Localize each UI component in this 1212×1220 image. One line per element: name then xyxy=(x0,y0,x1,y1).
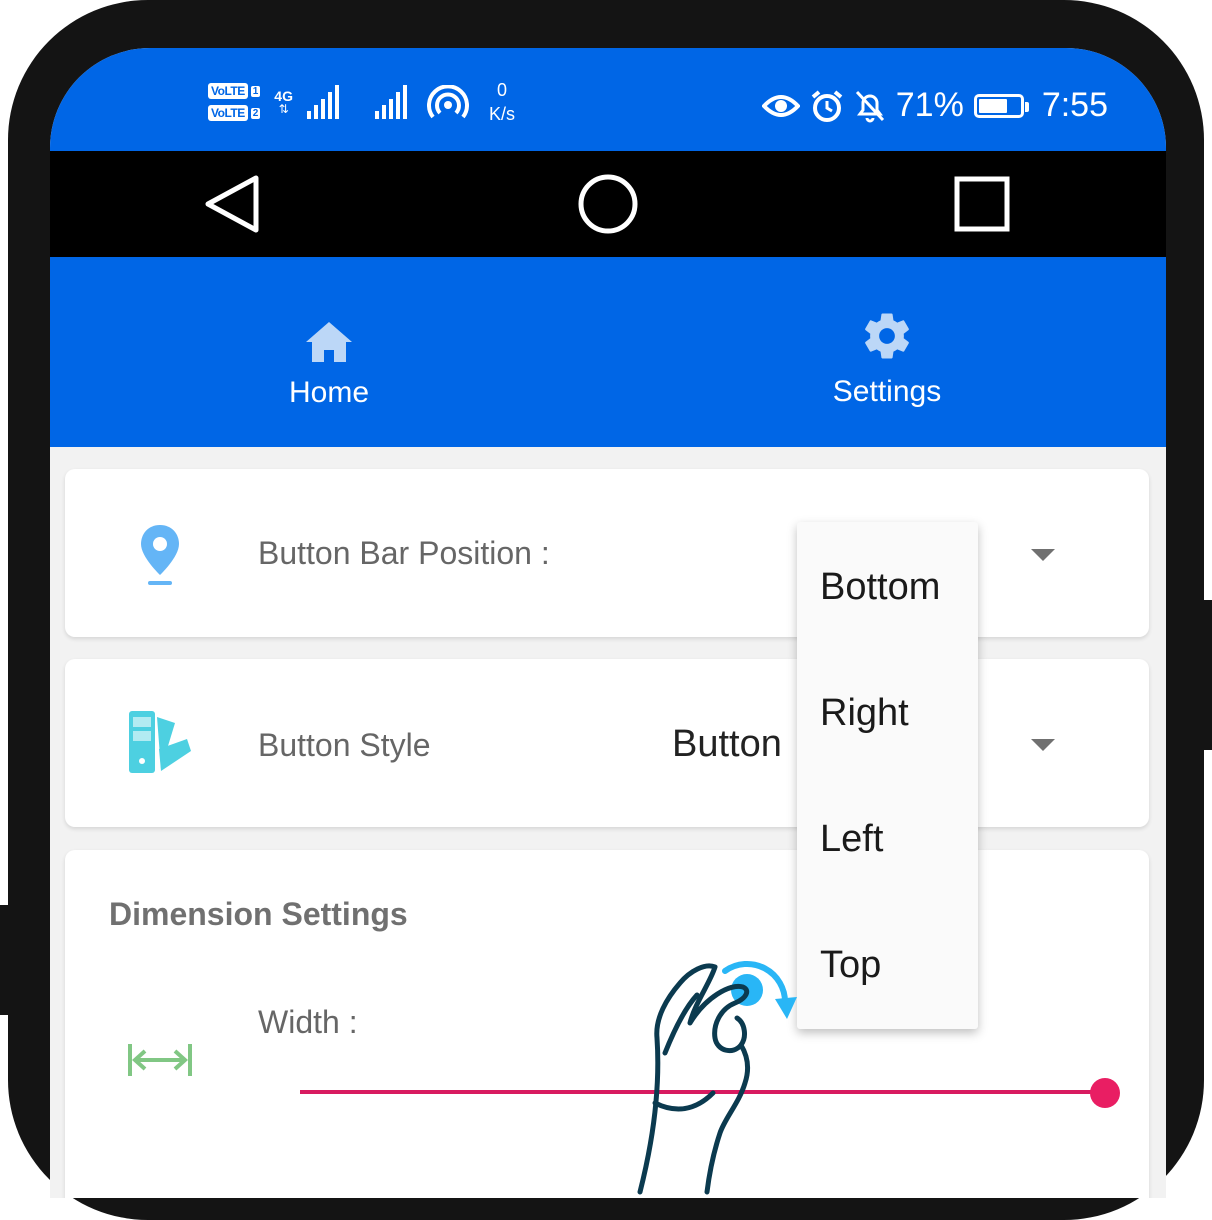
menu-item-right[interactable]: Right xyxy=(820,692,909,735)
tab-home-label: Home xyxy=(288,376,370,409)
button-style-row[interactable]: Button Style Button xyxy=(65,659,1149,827)
screen: VoLTE 1 VoLTE 2 4G ⇅ 0 K/s 71% 7:55 Home… xyxy=(50,48,1166,1198)
sim-number: 1 xyxy=(250,85,261,97)
battery-percent: 71% xyxy=(895,86,964,124)
gear-icon xyxy=(865,313,909,359)
back-triangle-icon xyxy=(205,175,259,233)
volte-tag: VoLTE xyxy=(208,105,248,121)
width-label: Width : xyxy=(258,1004,358,1040)
nav-recents-button[interactable] xyxy=(927,151,1037,257)
palette-swatch-icon xyxy=(129,711,191,773)
speed-value: 0 xyxy=(496,80,507,100)
tab-settings-icon-wrap xyxy=(860,301,914,363)
tap-gesture-hand-icon xyxy=(637,960,797,1195)
system-nav-bar xyxy=(50,151,1166,257)
alarm-icon xyxy=(811,89,843,122)
clock: 7:55 xyxy=(1041,86,1108,124)
button-bar-position-row[interactable]: Button Bar Position : xyxy=(65,469,1149,637)
sim-number: 2 xyxy=(250,107,261,119)
volte-tag: VoLTE xyxy=(208,83,248,99)
dimension-settings-title: Dimension Settings xyxy=(109,896,408,932)
app-tab-bar: Home Settings xyxy=(50,257,1166,447)
status-bar: VoLTE 1 VoLTE 2 4G ⇅ 0 K/s 71% 7:55 xyxy=(50,48,1166,151)
volume-button xyxy=(0,905,10,1015)
menu-item-bottom[interactable]: Bottom xyxy=(820,566,940,609)
hotspot-icon xyxy=(427,85,469,119)
volte-indicators: VoLTE 1 VoLTE 2 xyxy=(208,83,261,121)
dropdown-arrow-icon[interactable] xyxy=(1031,549,1055,561)
signal-sim1-icon xyxy=(306,85,339,119)
power-button xyxy=(1202,600,1212,750)
battery-icon xyxy=(973,93,1029,118)
battery-cap xyxy=(1024,101,1029,112)
menu-item-left[interactable]: Left xyxy=(820,818,883,861)
notifications-off-icon xyxy=(855,90,884,122)
button-bar-position-label: Button Bar Position : xyxy=(258,535,550,571)
battery-fill xyxy=(978,98,1008,113)
network-speed: 0 K/s xyxy=(489,78,515,126)
eye-icon xyxy=(761,94,800,117)
home-icon xyxy=(306,322,352,362)
nav-back-button[interactable] xyxy=(177,151,287,257)
status-left-group: VoLTE 1 VoLTE 2 4G ⇅ 0 K/s xyxy=(208,78,515,126)
home-circle-icon xyxy=(578,174,638,234)
tab-home-icon-wrap xyxy=(304,302,354,364)
dimension-settings-card: Dimension Settings Width : xyxy=(65,850,1149,1198)
signal-sim2-icon xyxy=(374,85,407,119)
tab-settings[interactable]: Settings xyxy=(608,257,1166,447)
status-right-group: 71% 7:55 xyxy=(761,86,1108,125)
data-arrows-icon: ⇅ xyxy=(278,102,289,116)
button-style-value[interactable]: Button xyxy=(672,723,782,766)
dropdown-arrow-icon[interactable] xyxy=(1031,739,1055,751)
network-type: 4G ⇅ xyxy=(274,89,293,115)
width-arrows-icon xyxy=(128,1044,192,1076)
map-pin-icon xyxy=(141,525,179,585)
recents-square-icon xyxy=(954,176,1010,232)
tab-settings-label: Settings xyxy=(832,375,942,408)
volte-sim2: VoLTE 2 xyxy=(208,105,261,121)
tab-home[interactable]: Home xyxy=(50,257,608,447)
network-type-label: 4G xyxy=(274,88,293,104)
speed-unit: K/s xyxy=(488,104,515,124)
volte-sim1: VoLTE 1 xyxy=(208,83,261,99)
width-slider-thumb[interactable] xyxy=(1090,1078,1120,1108)
nav-home-button[interactable] xyxy=(553,151,663,257)
button-style-label: Button Style xyxy=(258,727,431,763)
